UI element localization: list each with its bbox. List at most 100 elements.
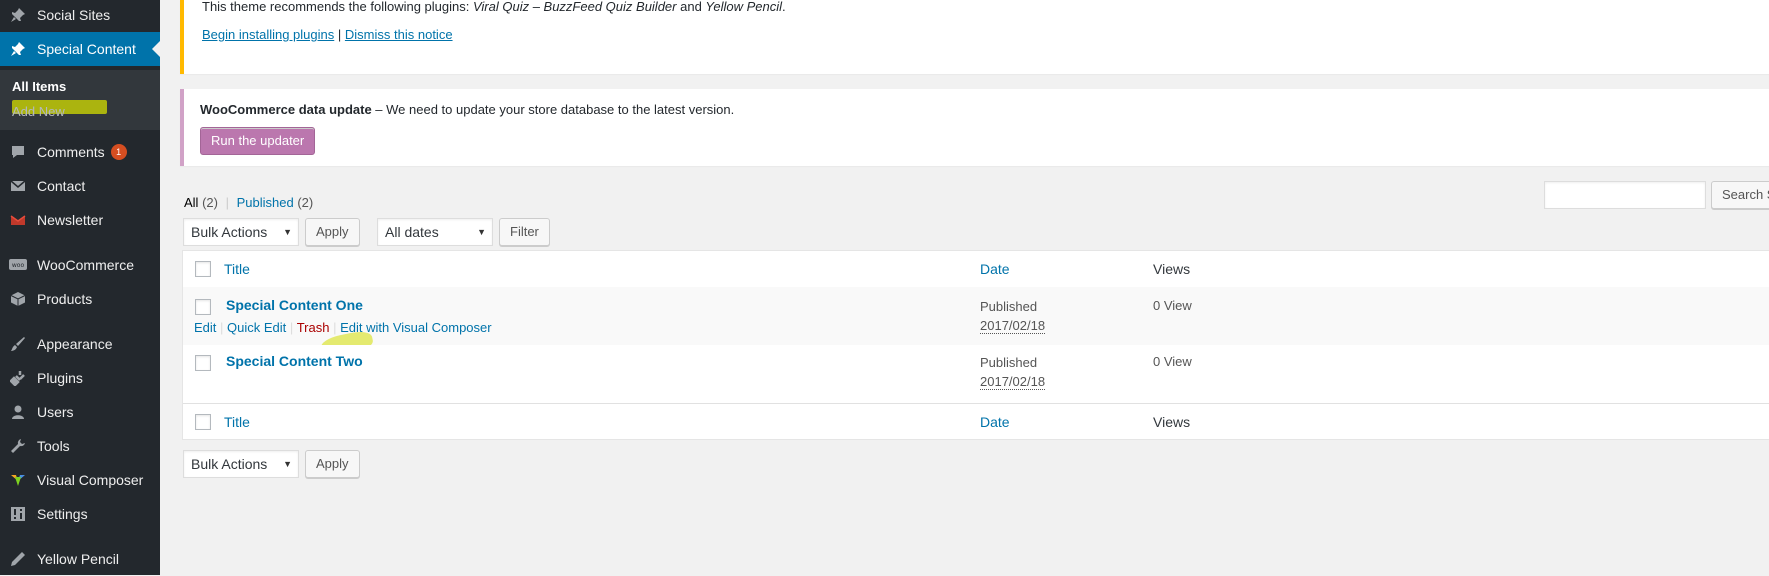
cube-icon: [8, 289, 28, 309]
plug-icon: [8, 368, 28, 388]
menu-item-label: Social Sites: [37, 7, 111, 23]
menu-item-label: Tools: [37, 438, 70, 454]
menu-item-label: Visual Composer: [37, 472, 144, 488]
menu-item-tools[interactable]: Tools: [0, 429, 160, 463]
row-title-link[interactable]: Special Content One: [226, 297, 363, 313]
woocommerce-icon: woo: [8, 255, 28, 275]
comment-icon: [8, 142, 28, 162]
wrench-icon: [8, 436, 28, 456]
status-filter-links: All (2) | Published (2): [184, 195, 314, 210]
menu-item-yellow-pencil[interactable]: Yellow Pencil: [0, 542, 160, 576]
row-views: 0 View: [1153, 298, 1192, 313]
menu-item-special-content[interactable]: Special Content: [0, 32, 160, 66]
menu-item-social-sites[interactable]: Social Sites: [0, 0, 160, 32]
quick-edit-link[interactable]: Quick Edit: [227, 320, 286, 335]
plugin-name: Viral Quiz – BuzzFeed Quiz Builder: [472, 0, 677, 14]
menu-item-label: Comments: [37, 144, 105, 160]
woocommerce-update-notice: WooCommerce data update – We need to upd…: [180, 89, 1769, 166]
dismiss-notice-link[interactable]: Dismiss this notice: [345, 27, 453, 42]
theme-plugins-notice: This theme recommends the following plug…: [180, 0, 1769, 74]
chevron-down-icon: ▼: [283, 459, 292, 469]
column-date[interactable]: Date: [980, 414, 1010, 430]
menu-item-products[interactable]: Products: [0, 282, 160, 316]
menu-item-label: Special Content: [37, 41, 136, 57]
menu-item-contact[interactable]: Contact: [0, 169, 160, 203]
begin-installing-plugins-link[interactable]: Begin installing plugins: [202, 27, 334, 42]
row-date: Published 2017/02/18: [980, 353, 1046, 391]
mail-icon: [8, 176, 28, 196]
date-filter-select[interactable]: All dates ▼: [377, 218, 493, 246]
chevron-down-icon: ▼: [477, 227, 486, 237]
menu-item-label: Products: [37, 291, 93, 307]
table-row: Special Content One Edit | Quick Edit | …: [183, 287, 1769, 345]
row-checkbox[interactable]: [195, 299, 211, 315]
menu-item-woocommerce[interactable]: woo WooCommerce: [0, 248, 160, 282]
submenu: All Items Add New: [0, 70, 160, 130]
column-title[interactable]: Title: [224, 261, 250, 277]
menu-item-settings[interactable]: Settings: [0, 497, 160, 531]
notice-links: Begin installing plugins | Dismiss this …: [202, 27, 453, 42]
row-views: 0 View: [1153, 354, 1192, 369]
menu-item-label: Settings: [37, 506, 88, 522]
apply-button-bottom[interactable]: Apply: [305, 450, 360, 478]
brush-icon: [8, 334, 28, 354]
bulk-actions-select[interactable]: Bulk Actions ▼: [183, 218, 299, 246]
user-icon: [8, 402, 28, 422]
select-all-checkbox[interactable]: [195, 414, 211, 430]
edit-link[interactable]: Edit: [194, 320, 216, 335]
post-date: 2017/02/18: [980, 318, 1046, 334]
column-date[interactable]: Date: [980, 261, 1010, 277]
bulk-actions-select-bottom[interactable]: Bulk Actions ▼: [183, 450, 299, 478]
admin-sidebar: Social Sites Special Content All Items A…: [0, 0, 160, 575]
menu-item-newsletter[interactable]: Newsletter: [0, 203, 160, 237]
pencil-icon: [8, 549, 28, 569]
table-row: Special Content Two Published 2017/02/18…: [183, 345, 1769, 403]
menu-item-visual-composer[interactable]: Visual Composer: [0, 463, 160, 497]
newsletter-icon: [8, 210, 28, 230]
plugin-name: Yellow Pencil: [705, 0, 783, 14]
menu-item-label: Newsletter: [37, 212, 104, 228]
menu-item-appearance[interactable]: Appearance: [0, 327, 160, 361]
filter-published[interactable]: Published: [237, 195, 294, 210]
trash-link[interactable]: Trash: [297, 320, 330, 335]
submenu-all-items[interactable]: All Items: [12, 79, 66, 94]
posts-list-table: Title Date Views Special Content One Edi…: [182, 250, 1769, 440]
menu-item-label: Contact: [37, 178, 86, 194]
post-status: Published: [980, 355, 1038, 370]
pin-icon: [8, 39, 28, 59]
menu-item-label: WooCommerce: [37, 257, 134, 273]
search-button[interactable]: Search Special Content: [1711, 181, 1769, 209]
row-date: Published 2017/02/18: [980, 297, 1046, 335]
menu-item-label: Plugins: [37, 370, 83, 386]
comment-count-badge: 1: [110, 144, 127, 160]
pin-icon: [8, 5, 28, 25]
settings-icon: [8, 504, 28, 524]
column-views: Views: [1153, 414, 1191, 430]
filter-all[interactable]: All: [184, 195, 198, 210]
search-input[interactable]: [1544, 181, 1706, 209]
select-all-checkbox[interactable]: [195, 261, 211, 277]
notice-text: This theme recommends the following plug…: [202, 0, 786, 14]
table-footer: Title Date Views: [183, 403, 1769, 440]
table-header: Title Date Views: [183, 251, 1769, 288]
run-updater-button[interactable]: Run the updater: [200, 127, 316, 155]
column-views: Views: [1153, 261, 1191, 277]
visual-composer-icon: [8, 470, 28, 490]
row-actions: Edit | Quick Edit | Trash | Edit with Vi…: [194, 320, 492, 335]
submenu-add-new[interactable]: Add New: [12, 104, 65, 119]
apply-button[interactable]: Apply: [305, 218, 360, 246]
svg-text:woo: woo: [12, 262, 25, 269]
column-title[interactable]: Title: [224, 414, 250, 430]
menu-item-users[interactable]: Users: [0, 395, 160, 429]
chevron-down-icon: ▼: [283, 227, 292, 237]
row-title-link[interactable]: Special Content Two: [226, 353, 363, 369]
menu-item-label: Yellow Pencil: [37, 551, 119, 567]
menu-item-label: Users: [37, 404, 74, 420]
post-date: 2017/02/18: [980, 374, 1046, 390]
menu-item-comments[interactable]: Comments 1: [0, 135, 160, 169]
post-status: Published: [980, 299, 1038, 314]
row-checkbox[interactable]: [195, 355, 211, 371]
menu-item-plugins[interactable]: Plugins: [0, 361, 160, 395]
menu-item-label: Appearance: [37, 336, 113, 352]
filter-button[interactable]: Filter: [499, 218, 550, 246]
